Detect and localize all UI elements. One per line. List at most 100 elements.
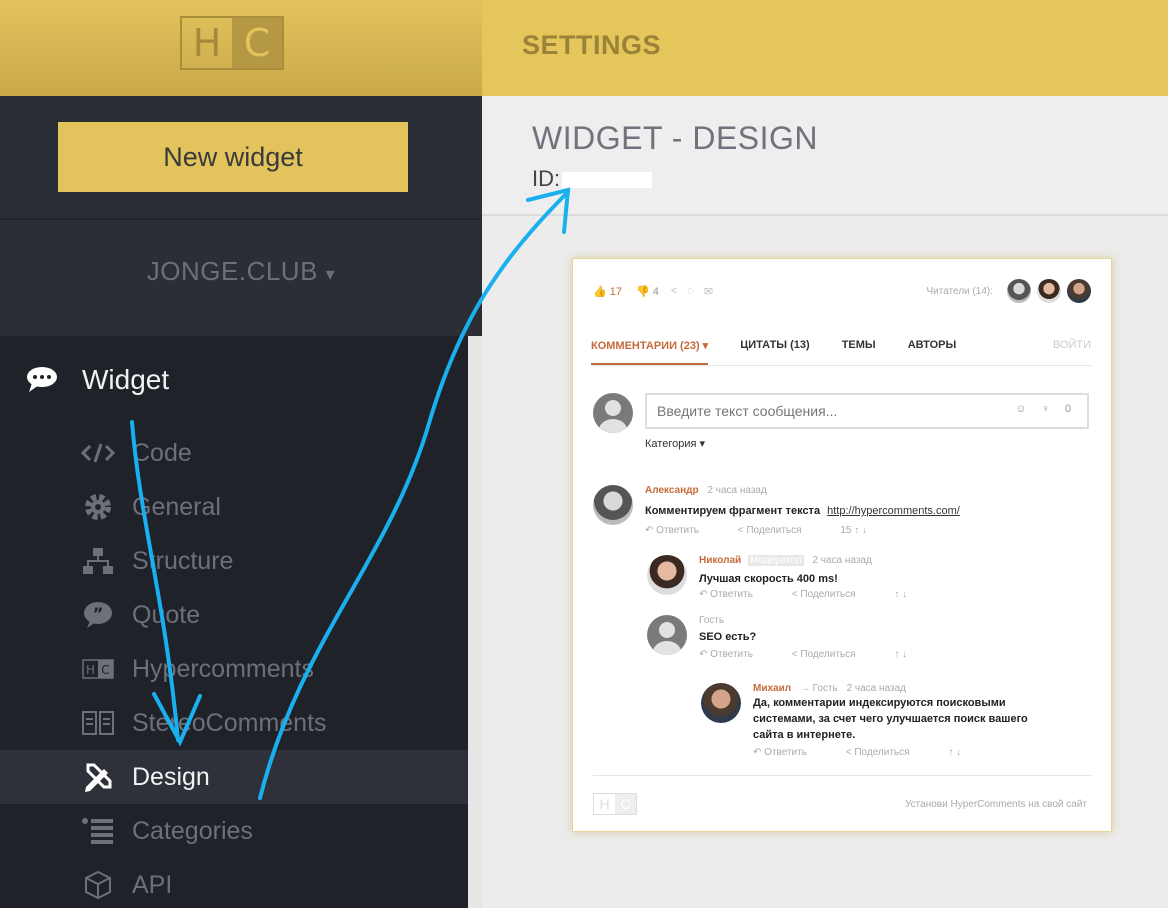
- share-button[interactable]: < Поделиться: [792, 589, 874, 600]
- share-label: Поделиться: [854, 747, 910, 758]
- vote-score[interactable]: 15 ↑ ↓: [840, 525, 867, 536]
- sidebar-item-design[interactable]: Design: [0, 750, 468, 804]
- reader-avatar[interactable]: [1037, 279, 1061, 303]
- sidebar-item-structure[interactable]: Structure: [0, 534, 468, 588]
- likes-value: 17: [609, 285, 623, 298]
- preview-stats-bar: 👍 17 👎 4 < ◌ ✉ Читатели (14):: [593, 279, 1091, 303]
- share-icon[interactable]: <: [671, 285, 677, 297]
- tab-topics[interactable]: ТЕМЫ: [842, 339, 876, 365]
- vote-score[interactable]: ↑ ↓: [894, 649, 907, 660]
- svg-text:H: H: [86, 663, 95, 677]
- rss-icon[interactable]: ◌: [687, 285, 694, 297]
- tabs-divider: [591, 365, 1091, 366]
- logo-letter-h: H: [599, 796, 610, 812]
- main-header: WIDGET - DESIGN ID:: [482, 96, 1168, 216]
- install-link[interactable]: Установи HyperComments на свой сайт: [905, 799, 1087, 810]
- hc-logo-icon: HC: [80, 654, 116, 684]
- svg-text:C: C: [101, 663, 109, 677]
- sidebar-item-label: Categories: [132, 816, 253, 845]
- sidebar-item-general[interactable]: General: [0, 480, 468, 534]
- widget-design-title: WIDGET - DESIGN: [532, 120, 819, 156]
- reply-label: Ответить: [710, 649, 753, 660]
- thumbs-up-icon: 👍: [593, 285, 607, 298]
- svg-text:”: ”: [93, 604, 104, 623]
- thumbs-down-icon: 👎: [636, 285, 650, 298]
- tab-comments[interactable]: КОММЕНТАРИИ (23) ▾: [591, 339, 709, 365]
- comment-time: 2 часа назад: [707, 485, 767, 496]
- reply-button[interactable]: ↶ Ответить: [753, 747, 825, 758]
- reader-avatar[interactable]: [1067, 279, 1091, 303]
- hc-logo[interactable]: H C: [180, 16, 284, 70]
- site-selector[interactable]: JONGE.CLUB ▾: [0, 256, 482, 287]
- hc-footer-logo[interactable]: H C: [593, 793, 637, 815]
- sidebar-item-api[interactable]: API: [0, 858, 468, 908]
- input-tools-icon[interactable]: ☺ ♀ 0: [1015, 403, 1077, 415]
- avatar[interactable]: [593, 485, 633, 525]
- title-area: SETTINGS: [482, 0, 1168, 96]
- share-label: Поделиться: [800, 589, 856, 600]
- footer-divider: [593, 775, 1091, 776]
- design-preview-area: 👍 17 👎 4 < ◌ ✉ Читатели (14): КОММЕНТАРИ…: [482, 216, 1168, 908]
- moderator-badge: Модератор: [747, 555, 804, 566]
- dislikes-value: 4: [652, 285, 659, 298]
- comment-text: Лучшая скорость 400 ms!: [699, 573, 838, 585]
- cube-icon: [80, 870, 116, 900]
- vote-score[interactable]: ↑ ↓: [894, 589, 907, 600]
- reply-to: → Гость: [799, 683, 838, 694]
- readers-label: Читатели (14):: [926, 285, 993, 297]
- login-link[interactable]: ВОЙТИ: [1053, 339, 1091, 365]
- menu-section-widget[interactable]: Widget: [24, 364, 169, 396]
- mail-icon[interactable]: ✉: [704, 285, 713, 298]
- widget-id: ID:: [532, 166, 653, 192]
- comment-author[interactable]: Николай: [699, 555, 741, 566]
- sidebar-item-quote[interactable]: ” Quote: [0, 588, 468, 642]
- reply-button[interactable]: ↶ Ответить: [699, 649, 771, 660]
- sidebar-item-categories[interactable]: Categories: [0, 804, 468, 858]
- comment-link[interactable]: http://hypercomments.com/: [827, 505, 960, 517]
- sidebar-item-label: Structure: [132, 546, 234, 575]
- sidebar-item-stereocomments[interactable]: StereoComments: [0, 696, 468, 750]
- sidebar-item-label: API: [132, 870, 173, 899]
- comment-input-row: ☺ ♀ 0: [593, 393, 1091, 433]
- likes-count[interactable]: 👍 17: [593, 285, 622, 298]
- dislikes-count[interactable]: 👎 4: [636, 285, 659, 298]
- share-label: Поделиться: [746, 525, 802, 536]
- comment-author[interactable]: Михаил: [753, 683, 791, 694]
- sidebar-item-hypercomments[interactable]: HC Hypercomments: [0, 642, 468, 696]
- comment-meta: Михаил → Гость 2 часа назад: [753, 683, 906, 694]
- menu-section-label: Widget: [82, 364, 170, 395]
- speech-bubbles-icon: [24, 365, 60, 395]
- comment-meta: Николай Модератор 2 часа назад: [699, 555, 872, 566]
- comment-author[interactable]: Гость: [699, 615, 724, 626]
- share-button[interactable]: < Поделиться: [846, 747, 928, 758]
- comment-body: Комментируем фрагмент текста: [645, 505, 821, 517]
- sidebar-item-code[interactable]: Code: [0, 426, 468, 480]
- widget-id-label: ID:: [532, 166, 561, 191]
- reply-button[interactable]: ↶ Ответить: [645, 525, 717, 536]
- comment-author[interactable]: Александр: [645, 485, 699, 496]
- share-button[interactable]: < Поделиться: [792, 649, 874, 660]
- comment-text: Комментируем фрагмент текста http://hype…: [645, 503, 960, 519]
- avatar[interactable]: [647, 615, 687, 655]
- sidebar-item-label: General: [132, 492, 221, 521]
- new-widget-button[interactable]: New widget: [58, 122, 408, 192]
- reader-avatar[interactable]: [1007, 279, 1031, 303]
- vote-score[interactable]: ↑ ↓: [948, 747, 961, 758]
- tab-authors[interactable]: АВТОРЫ: [908, 339, 957, 365]
- avatar[interactable]: [647, 555, 687, 595]
- preview-tabs: КОММЕНТАРИИ (23) ▾ ЦИТАТЫ (13) ТЕМЫ АВТО…: [591, 339, 1091, 365]
- sidebar-scrollbar[interactable]: [468, 336, 482, 908]
- sidebar-item-label: Code: [132, 438, 192, 467]
- category-dropdown[interactable]: Категория ▾: [645, 437, 705, 450]
- tab-quotes[interactable]: ЦИТАТЫ (13): [740, 339, 809, 365]
- redacted-id-mask: [562, 172, 653, 189]
- comment-meta: Гость: [699, 615, 724, 626]
- logo-letter-c: C: [615, 794, 636, 814]
- share-button[interactable]: < Поделиться: [738, 525, 820, 536]
- main-content: WIDGET - DESIGN ID: 👍 17 👎 4 < ◌ ✉ Читат…: [482, 96, 1168, 908]
- reply-button[interactable]: ↶ Ответить: [699, 589, 771, 600]
- comment-text-line: сайта в интернете.: [753, 729, 856, 741]
- sidebar-item-label: Design: [132, 762, 210, 791]
- avatar[interactable]: [701, 683, 741, 723]
- comment-text-line: системами, за счет чего улучшается поиск…: [753, 713, 1028, 725]
